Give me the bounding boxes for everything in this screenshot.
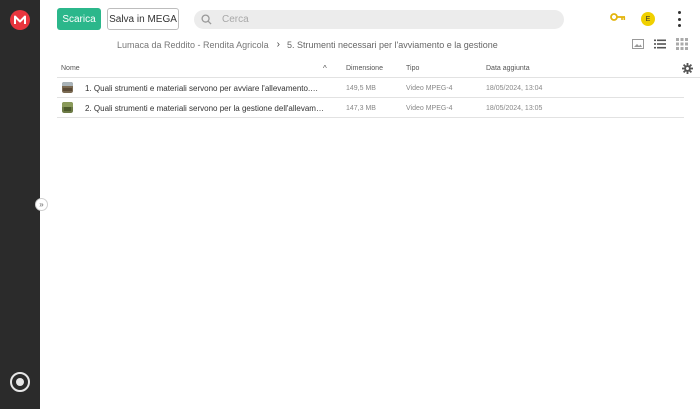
app-window: » Scarica Salva in MEGA E Lumaca da Redd…	[0, 0, 700, 409]
file-date: 18/05/2024, 13:05	[486, 105, 543, 112]
kebab-dot	[677, 11, 681, 14]
gear-icon[interactable]	[682, 63, 693, 74]
mega-m-glyph	[14, 15, 26, 24]
file-name: 2. Quali strumenti e materiali servono p…	[85, 104, 324, 113]
file-size: 147,3 MB	[346, 105, 376, 112]
download-button[interactable]: Scarica	[57, 8, 101, 30]
view-toggle	[632, 38, 688, 50]
table-header: Nome ^ Dimensione Tipo Data aggiunta	[57, 60, 700, 78]
file-type: Video MPEG-4	[406, 85, 453, 92]
rubbish-bin-dot	[16, 378, 24, 386]
key-icon[interactable]	[610, 12, 626, 22]
column-header-size[interactable]: Dimensione	[346, 65, 383, 72]
thumbnail-view-icon[interactable]	[632, 38, 644, 50]
column-header-type[interactable]: Tipo	[406, 65, 419, 72]
table-row[interactable]: 1. Quali strumenti e materiali servono p…	[57, 78, 684, 98]
avatar[interactable]: E	[641, 12, 655, 26]
file-size: 149,5 MB	[346, 85, 376, 92]
file-table: Nome ^ Dimensione Tipo Data aggiunta 1. …	[57, 60, 700, 118]
left-rail	[0, 0, 40, 409]
sidebar-expand-button[interactable]: »	[35, 198, 48, 211]
file-name: 1. Quali strumenti e materiali servono p…	[85, 84, 319, 93]
kebab-dot	[677, 17, 681, 21]
search-input[interactable]	[222, 14, 542, 25]
video-thumbnail-icon	[62, 102, 73, 113]
breadcrumb: Lumaca da Reddito - Rendita Agricola › 5…	[117, 39, 498, 50]
search-icon	[201, 14, 212, 25]
breadcrumb-parent[interactable]: Lumaca da Reddito - Rendita Agricola	[117, 40, 269, 50]
video-thumbnail-icon	[62, 82, 73, 93]
mega-logo-icon[interactable]	[10, 10, 30, 30]
table-row[interactable]: 2. Quali strumenti e materiali servono p…	[57, 98, 684, 118]
rubbish-bin-icon[interactable]	[10, 372, 30, 392]
search-bar[interactable]	[194, 10, 564, 29]
grid-view-icon[interactable]	[676, 38, 688, 50]
breadcrumb-current: 5. Strumenti necessari per l'avviamento …	[286, 39, 498, 50]
save-to-mega-button[interactable]: Salva in MEGA	[107, 8, 179, 30]
kebab-dot	[677, 24, 681, 27]
file-date: 18/05/2024, 13:04	[486, 85, 543, 92]
column-header-name[interactable]: Nome	[61, 65, 80, 72]
list-view-icon[interactable]	[654, 38, 666, 50]
kebab-menu-icon[interactable]	[676, 11, 682, 27]
breadcrumb-separator: ›	[276, 39, 280, 50]
sort-ascending-icon[interactable]: ^	[323, 64, 327, 73]
column-header-date[interactable]: Data aggiunta	[486, 65, 530, 72]
file-type: Video MPEG-4	[406, 105, 453, 112]
